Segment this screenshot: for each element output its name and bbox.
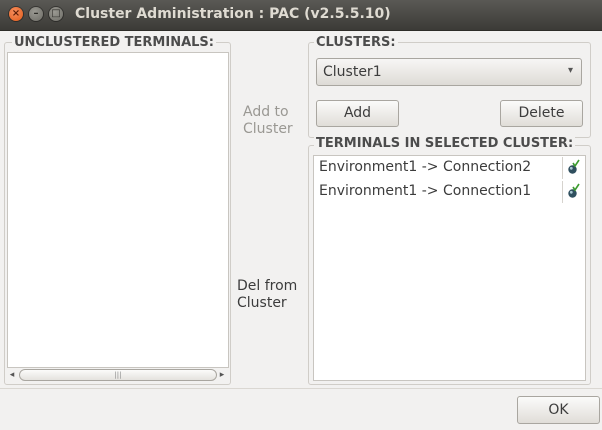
minimize-window-button[interactable]: – bbox=[29, 7, 43, 21]
list-item[interactable]: Environment1 -> Connection1 bbox=[318, 181, 580, 203]
add-to-cluster-label: Add to Cluster bbox=[243, 104, 293, 138]
window-title: Cluster Administration : PAC (v2.5.5.10) bbox=[75, 6, 391, 22]
column-divider bbox=[562, 157, 563, 179]
add-cluster-button[interactable]: Add bbox=[316, 100, 399, 127]
del-from-cluster-label-line: Cluster bbox=[237, 295, 287, 311]
connected-status-icon bbox=[568, 183, 580, 198]
unclustered-terminals-list[interactable] bbox=[7, 52, 229, 368]
ok-button[interactable]: OK bbox=[517, 396, 600, 424]
footer-divider bbox=[0, 388, 602, 389]
add-to-cluster-button[interactable]: Add to Cluster bbox=[243, 104, 293, 138]
del-from-cluster-label: Del from Cluster bbox=[237, 278, 297, 312]
clusters-label: CLUSTERS: bbox=[314, 35, 398, 50]
delete-cluster-button[interactable]: Delete bbox=[500, 100, 583, 127]
scroll-left-arrow-icon[interactable]: ◂ bbox=[6, 368, 18, 382]
add-to-cluster-label-line: Add to bbox=[243, 104, 289, 120]
terminal-name: Environment1 -> Connection2 bbox=[319, 159, 532, 175]
scrollbar-thumb[interactable]: ||| bbox=[19, 369, 217, 381]
column-divider bbox=[562, 181, 563, 203]
cluster-select-value: Cluster1 bbox=[323, 64, 382, 80]
unclustered-terminals-label: UNCLUSTERED TERMINALS: bbox=[12, 35, 216, 50]
cluster-select[interactable]: Cluster1 ▾ bbox=[316, 58, 582, 86]
unclustered-horizontal-scrollbar[interactable]: ◂ ||| ▸ bbox=[6, 368, 228, 382]
close-window-button[interactable]: × bbox=[9, 7, 23, 21]
title-bar: × – □ Cluster Administration : PAC (v2.5… bbox=[0, 0, 602, 31]
list-item[interactable]: Environment1 -> Connection2 bbox=[318, 157, 580, 179]
chevron-down-icon: ▾ bbox=[567, 65, 573, 76]
cluster-terminals-label: TERMINALS IN SELECTED CLUSTER: bbox=[314, 136, 576, 151]
connected-status-icon bbox=[568, 159, 580, 174]
maximize-window-button[interactable]: □ bbox=[49, 7, 63, 21]
add-to-cluster-label-line: Cluster bbox=[243, 121, 293, 137]
terminal-name: Environment1 -> Connection1 bbox=[319, 183, 532, 199]
del-from-cluster-button[interactable]: Del from Cluster bbox=[237, 278, 297, 312]
del-from-cluster-label-line: Del from bbox=[237, 278, 298, 294]
scroll-right-arrow-icon[interactable]: ▸ bbox=[216, 368, 228, 382]
